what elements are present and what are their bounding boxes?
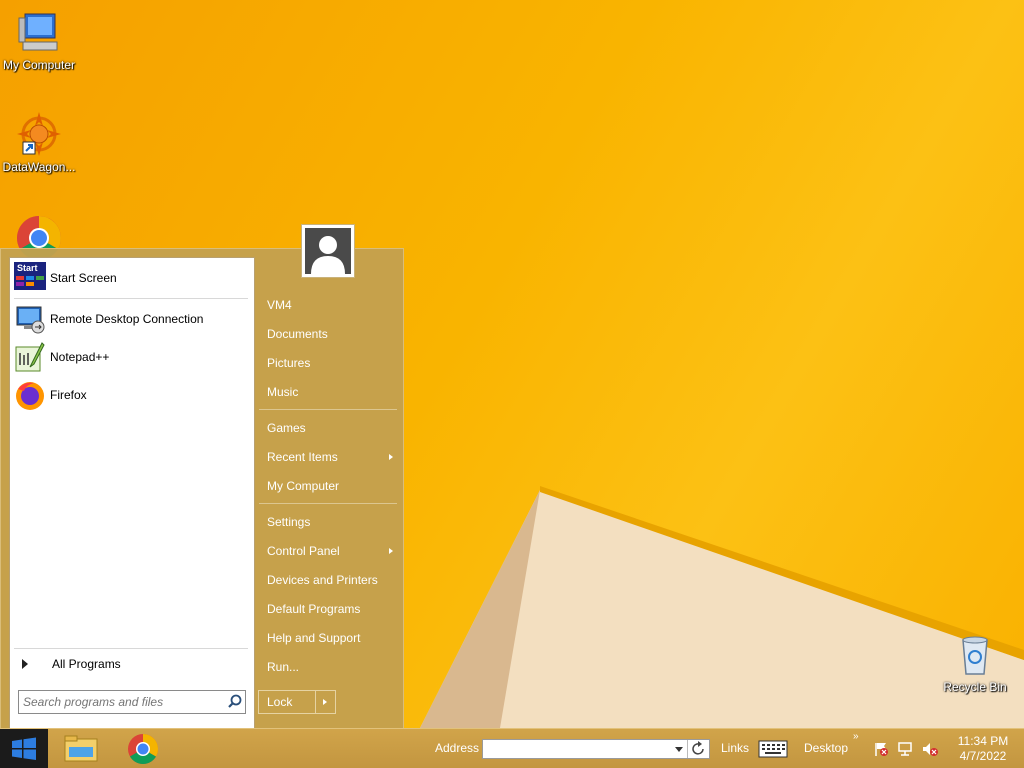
search-icon[interactable] (225, 692, 245, 712)
desktop-icon-my-computer[interactable]: My Computer (0, 8, 81, 72)
user-avatar[interactable] (301, 224, 355, 278)
toolbar-overflow-chevron[interactable]: » (853, 731, 859, 742)
taskbar-chrome[interactable] (115, 731, 171, 767)
expand-arrow-icon (22, 659, 28, 669)
pinned-item-notepadpp[interactable]: Notepad++ (14, 339, 250, 375)
desktop-icon-label: My Computer (2, 58, 76, 72)
clock-date: 4/7/2022 (959, 749, 1007, 763)
submenu-arrow-icon (389, 454, 393, 460)
desktop-icon-label: DataWagon... (2, 160, 76, 174)
separator (14, 298, 248, 299)
windows-logo-icon (12, 737, 36, 760)
firefox-icon (14, 379, 46, 411)
link-label: Documents (267, 327, 328, 341)
pinned-item-firefox[interactable]: Firefox (14, 377, 250, 413)
address-dropdown-icon[interactable] (671, 740, 687, 758)
all-programs-label: All Programs (52, 657, 121, 671)
clock-time: 11:34 PM (957, 734, 1009, 748)
notepadpp-icon (14, 341, 46, 373)
search-box[interactable] (18, 690, 246, 714)
link-label: Settings (267, 515, 311, 529)
link-control-panel[interactable]: Control Panel (267, 540, 397, 562)
link-label: My Computer (267, 479, 340, 493)
search-input[interactable] (19, 692, 225, 712)
lock-options-arrow-icon[interactable] (315, 691, 335, 713)
pinned-item-remote-desktop[interactable]: Remote Desktop Connection (14, 301, 250, 337)
link-help-support[interactable]: Help and Support (267, 627, 397, 649)
lock-split-button[interactable]: Lock (258, 690, 336, 714)
links-toolbar-label[interactable]: Links (721, 741, 749, 755)
link-music[interactable]: Music (267, 381, 397, 403)
link-label: Pictures (267, 356, 311, 370)
computer-icon (15, 8, 63, 56)
pinned-item-label: Remote Desktop Connection (50, 312, 204, 326)
remote-desktop-icon (14, 303, 46, 335)
address-bar[interactable] (482, 739, 710, 759)
network-icon[interactable] (897, 741, 913, 760)
pinned-item-label: Firefox (50, 388, 87, 402)
start-menu-places-pane: VM4 Documents Pictures Music Games Recen… (259, 249, 405, 729)
start-menu: Start Start Screen Remote Desktop Connec… (0, 248, 405, 729)
link-label: Recent Items (267, 450, 338, 464)
lock-button[interactable]: Lock (259, 691, 315, 713)
link-documents[interactable]: Documents (267, 323, 397, 345)
link-devices-printers[interactable]: Devices and Printers (267, 569, 397, 591)
separator (14, 648, 248, 649)
folder-icon (64, 735, 98, 762)
link-label: Help and Support (267, 631, 361, 645)
link-label: Control Panel (267, 544, 340, 558)
separator (259, 409, 397, 410)
link-pictures[interactable]: Pictures (267, 352, 397, 374)
desktop-icon-datawagon[interactable]: DataWagon... (0, 110, 81, 174)
separator (259, 503, 397, 504)
desktop-icon-label: Recycle Bin (943, 680, 1007, 694)
start-menu-programs-pane: Start Start Screen Remote Desktop Connec… (9, 257, 255, 729)
start-button[interactable] (0, 729, 48, 768)
start-screen-icon: Start (14, 262, 46, 294)
desktop-toolbar-label[interactable]: Desktop (804, 741, 848, 755)
link-label: Default Programs (267, 602, 361, 616)
user-silhouette-icon (305, 228, 351, 274)
submenu-arrow-icon (389, 548, 393, 554)
taskbar: Address Links Desktop » 11:34 PM 4/7/202… (0, 728, 1024, 768)
link-games[interactable]: Games (267, 417, 397, 439)
datawagon-icon (15, 110, 63, 158)
pinned-item-label: Start Screen (50, 271, 117, 285)
recycle-bin-icon (951, 630, 999, 678)
link-label: Run... (267, 660, 300, 674)
address-input[interactable] (483, 740, 671, 758)
address-toolbar-label: Address (435, 741, 480, 755)
link-recent-items[interactable]: Recent Items (267, 446, 397, 468)
system-clock[interactable]: 11:34 PM 4/7/2022 (948, 734, 1018, 764)
link-default-programs[interactable]: Default Programs (267, 598, 397, 620)
link-label: Devices and Printers (267, 573, 378, 587)
all-programs-button[interactable]: All Programs (18, 654, 121, 674)
link-settings[interactable]: Settings (267, 511, 397, 533)
link-label: VM4 (267, 298, 292, 312)
start-tile-text: Start (17, 263, 38, 273)
link-label: Music (267, 385, 299, 399)
pinned-item-start-screen[interactable]: Start Start Screen (14, 260, 250, 296)
keyboard-icon[interactable] (758, 739, 788, 762)
link-user-folder[interactable]: VM4 (267, 294, 397, 316)
taskbar-file-explorer[interactable] (53, 731, 109, 767)
refresh-icon[interactable] (687, 740, 709, 758)
pinned-item-label: Notepad++ (50, 350, 110, 364)
chrome-icon (128, 734, 159, 765)
link-run[interactable]: Run... (267, 656, 397, 678)
link-label: Games (267, 421, 306, 435)
desktop-icon-recycle-bin[interactable]: Recycle Bin (933, 630, 1017, 694)
volume-muted-icon[interactable] (921, 741, 939, 760)
action-center-flag-icon[interactable] (873, 741, 889, 760)
link-my-computer[interactable]: My Computer (267, 475, 397, 497)
